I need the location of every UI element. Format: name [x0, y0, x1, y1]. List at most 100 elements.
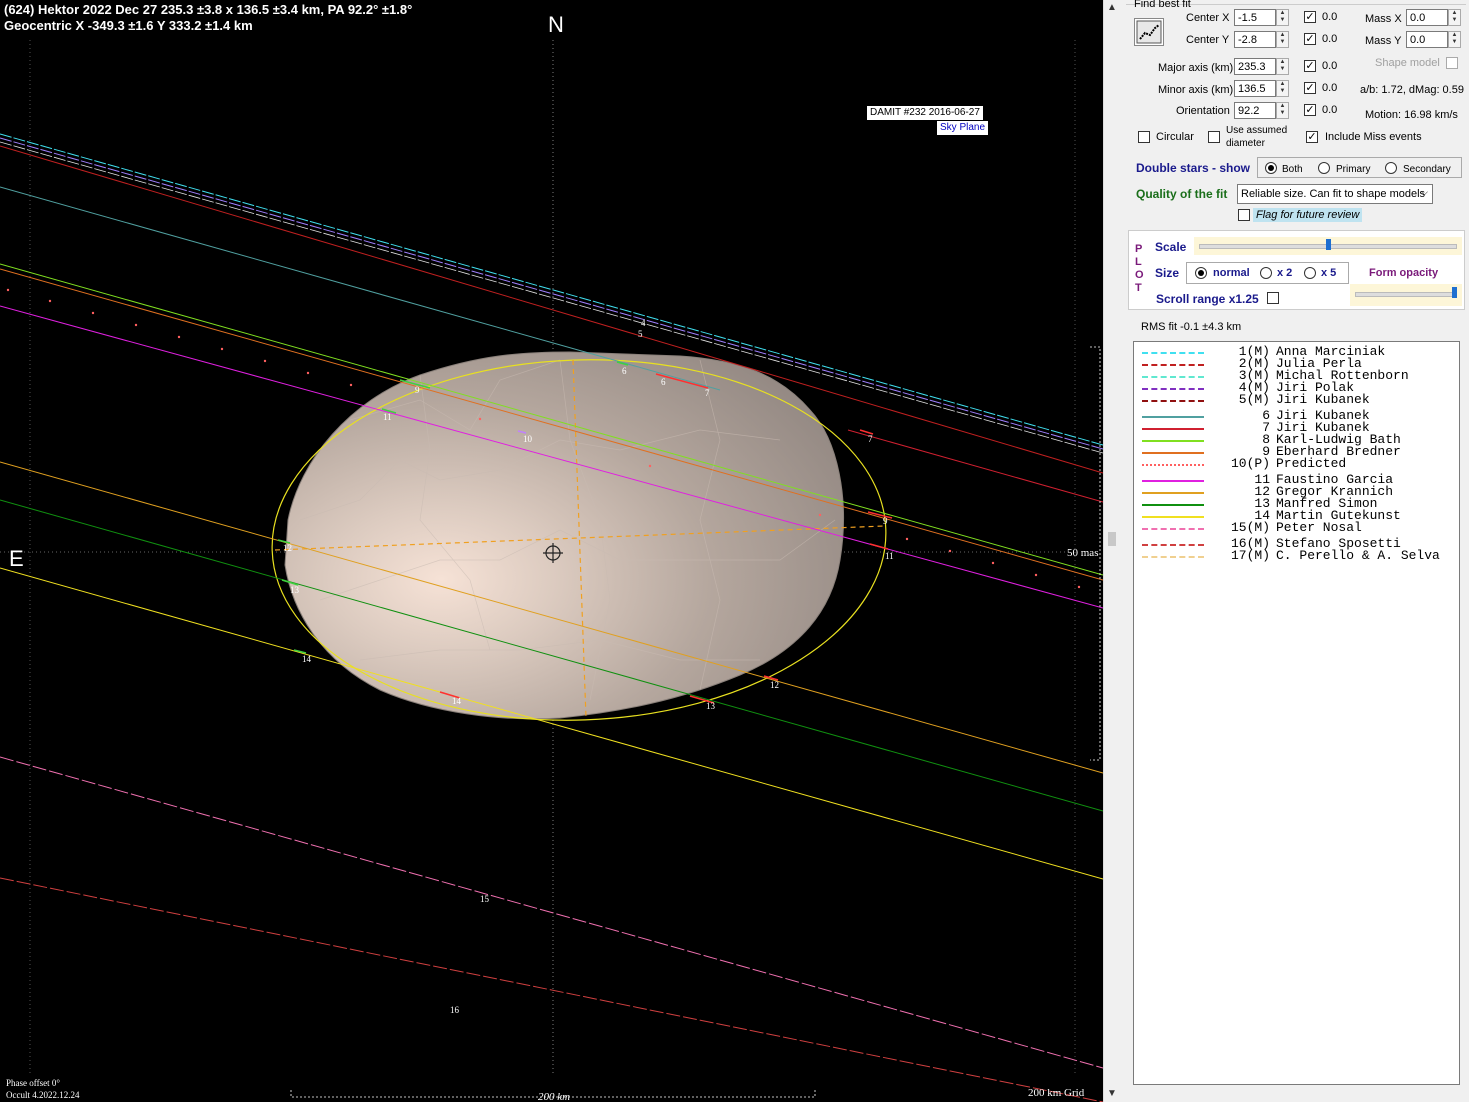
occultation-plot[interactable]: 4 5 6 6 7 7 9 9 10 11 11 12 12 13 13 14 … — [0, 0, 1103, 1102]
center-x-field[interactable]: -1.5 — [1234, 9, 1276, 26]
plot-header-line2: Geocentric X -349.3 ±1.6 Y 333.2 ±1.4 km — [4, 18, 253, 33]
mass-x-stepper[interactable]: ▲ ▼ — [1448, 9, 1461, 26]
plot-header-line1: (624) Hektor 2022 Dec 27 235.3 ±3.8 x 13… — [4, 2, 413, 17]
opacity-slider-thumb[interactable] — [1452, 287, 1457, 298]
legend-line-swatch — [1142, 388, 1204, 390]
legend-line-swatch — [1142, 400, 1204, 402]
size-x2-radio[interactable] — [1260, 267, 1272, 279]
minor-axis-step: 0.0 — [1322, 82, 1338, 94]
shape-model-checkbox[interactable] — [1446, 57, 1458, 69]
vertical-scrollbar[interactable]: ▲ ▼ — [1103, 0, 1121, 1102]
plot-vertical-o: O — [1135, 269, 1144, 281]
ds-secondary-radio[interactable] — [1385, 162, 1397, 174]
mass-y-label: Mass Y — [1365, 35, 1402, 47]
ds-both-label: Both — [1282, 164, 1303, 175]
major-axis-fit-checkbox[interactable]: ✓ — [1304, 60, 1316, 72]
center-x-stepper[interactable]: ▲ ▼ — [1276, 9, 1289, 26]
form-opacity-label: Form opacity — [1369, 267, 1439, 279]
size-x5-radio[interactable] — [1304, 267, 1316, 279]
include-miss-checkbox[interactable]: ✓ — [1306, 131, 1318, 143]
flag-checkbox[interactable] — [1238, 209, 1250, 221]
find-best-fit-button[interactable] — [1134, 18, 1164, 46]
orientation-field[interactable]: 92.2 — [1234, 102, 1276, 119]
orientation-step: 0.0 — [1322, 104, 1338, 116]
chord-label-10: 10 — [523, 434, 532, 444]
legend-line-swatch — [1142, 492, 1204, 494]
opacity-slider[interactable] — [1350, 284, 1462, 306]
mass-y-stepper[interactable]: ▲ ▼ — [1448, 31, 1461, 48]
plot-vertical-p: P — [1135, 243, 1143, 255]
center-x-label: Center X — [1186, 12, 1230, 24]
flag-label: Flag for future review — [1253, 208, 1363, 222]
legend-line-swatch — [1142, 480, 1204, 482]
scroll-thumb[interactable] — [1108, 532, 1116, 546]
chord-label-6b: 6 — [661, 377, 666, 387]
minor-axis-fit-checkbox[interactable]: ✓ — [1304, 82, 1316, 94]
center-y-fit-checkbox[interactable]: ✓ — [1304, 33, 1316, 45]
scale-label: Scale — [1155, 240, 1187, 254]
scale-slider-thumb[interactable] — [1325, 239, 1331, 250]
mass-y-field[interactable]: 0.0 — [1406, 31, 1448, 48]
legend-number: 15(M) — [1230, 520, 1270, 535]
mass-x-field[interactable]: 0.0 — [1406, 9, 1448, 26]
legend-item: 10(P) Predicted — [1142, 456, 1457, 471]
opacity-slider-track — [1355, 292, 1457, 297]
chord-label-12b: 12 — [770, 680, 779, 690]
chord-label-9b: 9 — [883, 516, 888, 526]
ds-both-radio[interactable] — [1265, 162, 1277, 174]
scroll-range-checkbox[interactable] — [1267, 292, 1279, 304]
legend-observer-name: Peter Nosal — [1276, 520, 1362, 535]
major-axis-stepper[interactable]: ▲ ▼ — [1276, 58, 1289, 75]
legend-item: 15(M) Peter Nosal — [1142, 520, 1457, 535]
legend-number: 10(P) — [1230, 456, 1270, 471]
chord-label-14a: 14 — [302, 654, 311, 664]
chord-label-5: 5 — [638, 329, 643, 339]
legend-line-swatch — [1142, 376, 1204, 378]
minor-axis-stepper[interactable]: ▲ ▼ — [1276, 80, 1289, 97]
quality-label: Quality of the fit — [1136, 187, 1228, 201]
major-axis-step: 0.0 — [1322, 60, 1338, 72]
orientation-fit-checkbox[interactable]: ✓ — [1304, 104, 1316, 116]
center-y-field[interactable]: -2.8 — [1234, 31, 1276, 48]
use-assumed-label-1: Use assumed — [1226, 125, 1288, 136]
damit-id: DAMIT #232 2016-06-27 — [870, 107, 980, 118]
chord-label-9a: 9 — [415, 385, 420, 395]
orientation-stepper[interactable]: ▲ ▼ — [1276, 102, 1289, 119]
east-label: E — [9, 546, 24, 571]
scroll-down-icon[interactable]: ▼ — [1107, 1088, 1117, 1099]
grid-size-label: 200 km Grid — [1028, 1087, 1085, 1099]
ds-primary-label: Primary — [1336, 164, 1371, 175]
find-best-fit-label: Find best fit — [1134, 0, 1191, 10]
ab-ratio-text: a/b: 1.72, dMag: 0.59 — [1360, 84, 1464, 96]
legend-observer-name: C. Perello & A. Selva — [1276, 548, 1440, 563]
damit-label: DAMIT #232 2016-06-27 — [867, 106, 983, 120]
ds-primary-radio[interactable] — [1318, 162, 1330, 174]
legend-line-swatch — [1142, 352, 1204, 354]
minor-axis-field[interactable]: 136.5 — [1234, 80, 1276, 97]
circular-checkbox[interactable] — [1138, 131, 1150, 143]
legend-number: 6 — [1262, 408, 1270, 423]
double-stars-label: Double stars - show — [1136, 161, 1251, 175]
sky-plane-label: Sky Plane — [937, 121, 989, 135]
legend-number: 5(M) — [1238, 392, 1270, 407]
scroll-up-icon[interactable]: ▲ — [1107, 2, 1117, 13]
observer-legend: 1(M) Anna Marciniak 2(M) Julia Perla 3(M) Mic… — [1133, 341, 1460, 1085]
scroll-range-label: Scroll range x1.25 — [1156, 292, 1259, 306]
quality-select[interactable]: Reliable size. Can fit to shape models ⌵ — [1237, 184, 1433, 204]
legend-line-swatch — [1142, 464, 1204, 466]
center-x-fit-checkbox[interactable]: ✓ — [1304, 11, 1316, 23]
legend-observer-name: Predicted — [1276, 456, 1347, 471]
chord-label-4: 4 — [641, 318, 646, 328]
major-axis-field[interactable]: 235.3 — [1234, 58, 1276, 75]
legend-line-swatch — [1142, 504, 1204, 506]
use-assumed-checkbox[interactable] — [1208, 131, 1220, 143]
scale-slider[interactable] — [1194, 237, 1462, 255]
chord-label-7a: 7 — [705, 388, 710, 398]
chord-label-14b: 14 — [452, 696, 461, 706]
legend-number: 17(M) — [1230, 548, 1270, 563]
size-normal-radio[interactable] — [1195, 267, 1207, 279]
use-assumed-label-2: diameter — [1226, 138, 1265, 149]
center-y-stepper[interactable]: ▲ ▼ — [1276, 31, 1289, 48]
rms-fit-text: RMS fit -0.1 ±4.3 km — [1141, 321, 1242, 333]
legend-item: 5(M) Jiri Kubanek — [1142, 392, 1457, 407]
